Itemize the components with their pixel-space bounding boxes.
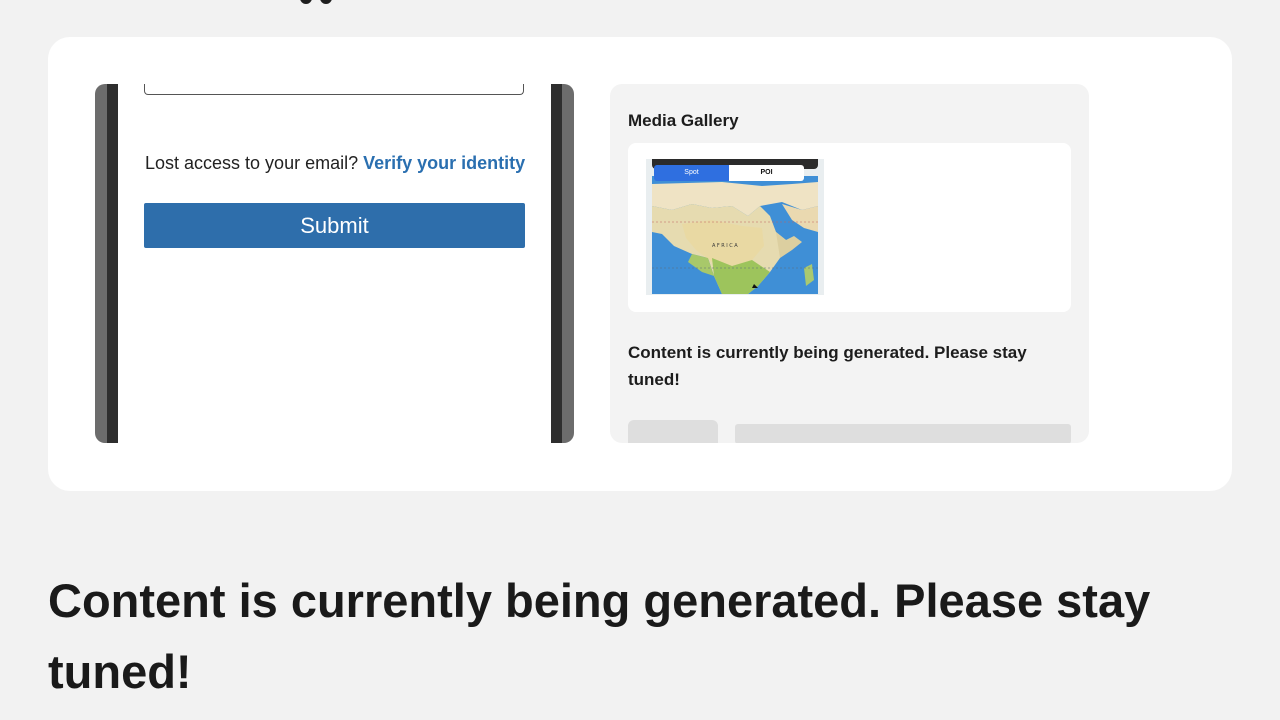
skeleton-placeholder-line: [735, 424, 1071, 443]
map-image: AFRICA: [652, 176, 818, 294]
submit-button[interactable]: Submit: [144, 203, 525, 248]
content-card: Lost access to your email? Verify your i…: [48, 37, 1232, 491]
map-segment-control: Spot POI: [654, 165, 804, 181]
phone-bezel-left: [107, 84, 118, 443]
phone-screen: Lost access to your email? Verify your i…: [118, 84, 551, 443]
page: Lost access to your email? Verify your i…: [0, 0, 1280, 720]
gallery-box: AFRICA Spot POI: [628, 143, 1071, 312]
segment-spot[interactable]: Spot: [654, 165, 729, 181]
gallery-status-text: Content is currently being generated. Pl…: [628, 343, 1027, 389]
heading-fragment: [300, 0, 340, 4]
gallery-title: Media Gallery: [628, 111, 739, 130]
skeleton-placeholder: [628, 420, 718, 443]
lost-access-row: Lost access to your email? Verify your i…: [145, 153, 525, 174]
phone-mockup: Lost access to your email? Verify your i…: [95, 84, 574, 443]
map-label: AFRICA: [712, 243, 739, 249]
segment-poi[interactable]: POI: [729, 165, 804, 181]
phone-bezel-right: [551, 84, 562, 443]
verify-identity-link[interactable]: Verify your identity: [363, 153, 525, 173]
media-gallery-panel: Media Gallery AFRICA Spot POI Content is…: [610, 84, 1089, 443]
gallery-thumbnail[interactable]: AFRICA Spot POI: [646, 159, 824, 295]
email-field[interactable]: [144, 84, 524, 95]
lost-access-text: Lost access to your email?: [145, 153, 359, 173]
main-status-heading: Content is currently being generated. Pl…: [48, 574, 1151, 698]
